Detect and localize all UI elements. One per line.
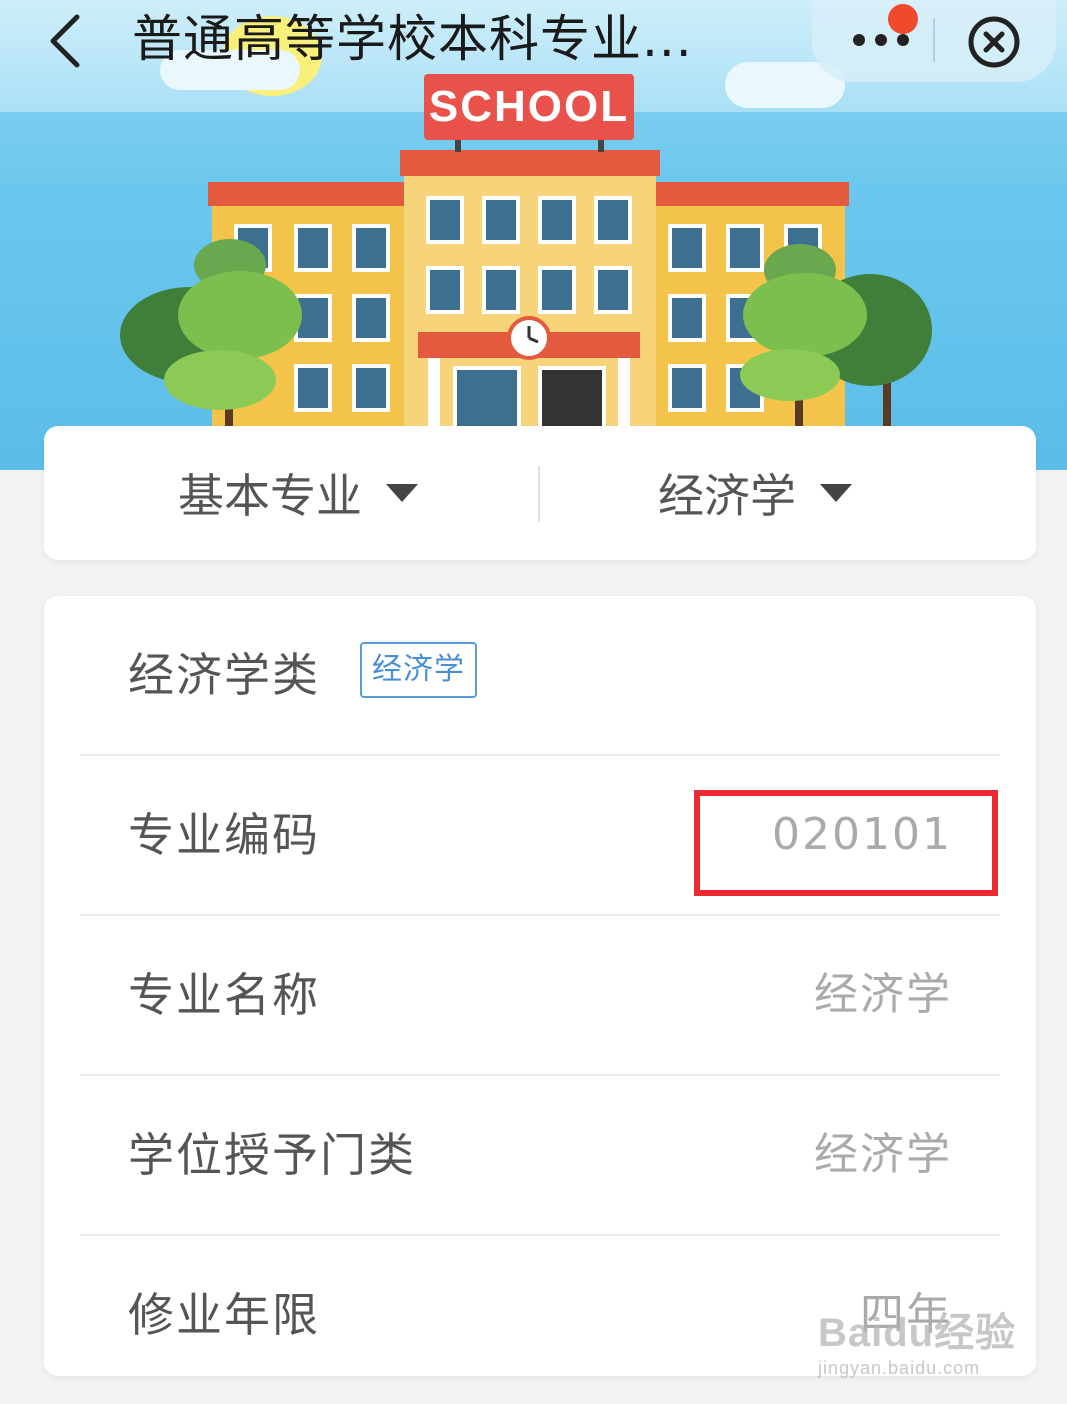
group-header-row: 经济学类 经济学: [80, 596, 1000, 756]
school-sign: SCHOOL: [424, 74, 634, 140]
close-circle-icon: [968, 16, 1020, 68]
group-tag: 经济学: [360, 642, 477, 698]
detail-row-degree: 学位授予门类 经济学: [80, 1076, 1000, 1236]
row-label: 学位授予门类: [128, 1128, 416, 1182]
row-value: 经济学: [814, 969, 952, 1020]
capsule-divider: [933, 18, 935, 62]
watermark-url: jingyan.baidu.com: [818, 1358, 981, 1378]
caret-down-icon: [820, 484, 852, 502]
caret-down-icon: [386, 484, 418, 502]
subject-dropdown[interactable]: 经济学: [658, 426, 852, 560]
chevron-left-icon: [50, 14, 80, 68]
group-title: 经济学类: [128, 648, 320, 702]
baidu-jingyan-watermark: Baidu经验 jingyan.baidu.com: [818, 1300, 1018, 1380]
row-label: 修业年限: [128, 1288, 320, 1342]
watermark-logo: Baidu经验: [818, 1311, 1017, 1355]
highlight-annotation-box: [694, 790, 998, 896]
row-label: 专业编码: [128, 808, 320, 862]
category-dropdown[interactable]: 基本专业: [178, 426, 418, 560]
row-label: 专业名称: [128, 968, 320, 1022]
major-detail-card: 经济学类 经济学 专业编码 020101 专业名称 经济学 学位授予门类 经济学…: [44, 596, 1036, 1376]
detail-row-name: 专业名称 经济学: [80, 916, 1000, 1076]
row-value: 经济学: [814, 1129, 952, 1180]
filter-bar: 基本专业 经济学: [44, 426, 1036, 560]
notification-dot: [888, 4, 918, 34]
filter-divider: [538, 466, 540, 522]
back-button[interactable]: [30, 6, 100, 76]
subject-dropdown-label: 经济学: [658, 469, 796, 523]
category-dropdown-label: 基本专业: [178, 469, 362, 523]
page-title: 普通高等学校本科专业...: [132, 10, 693, 68]
close-button[interactable]: [964, 12, 1024, 72]
